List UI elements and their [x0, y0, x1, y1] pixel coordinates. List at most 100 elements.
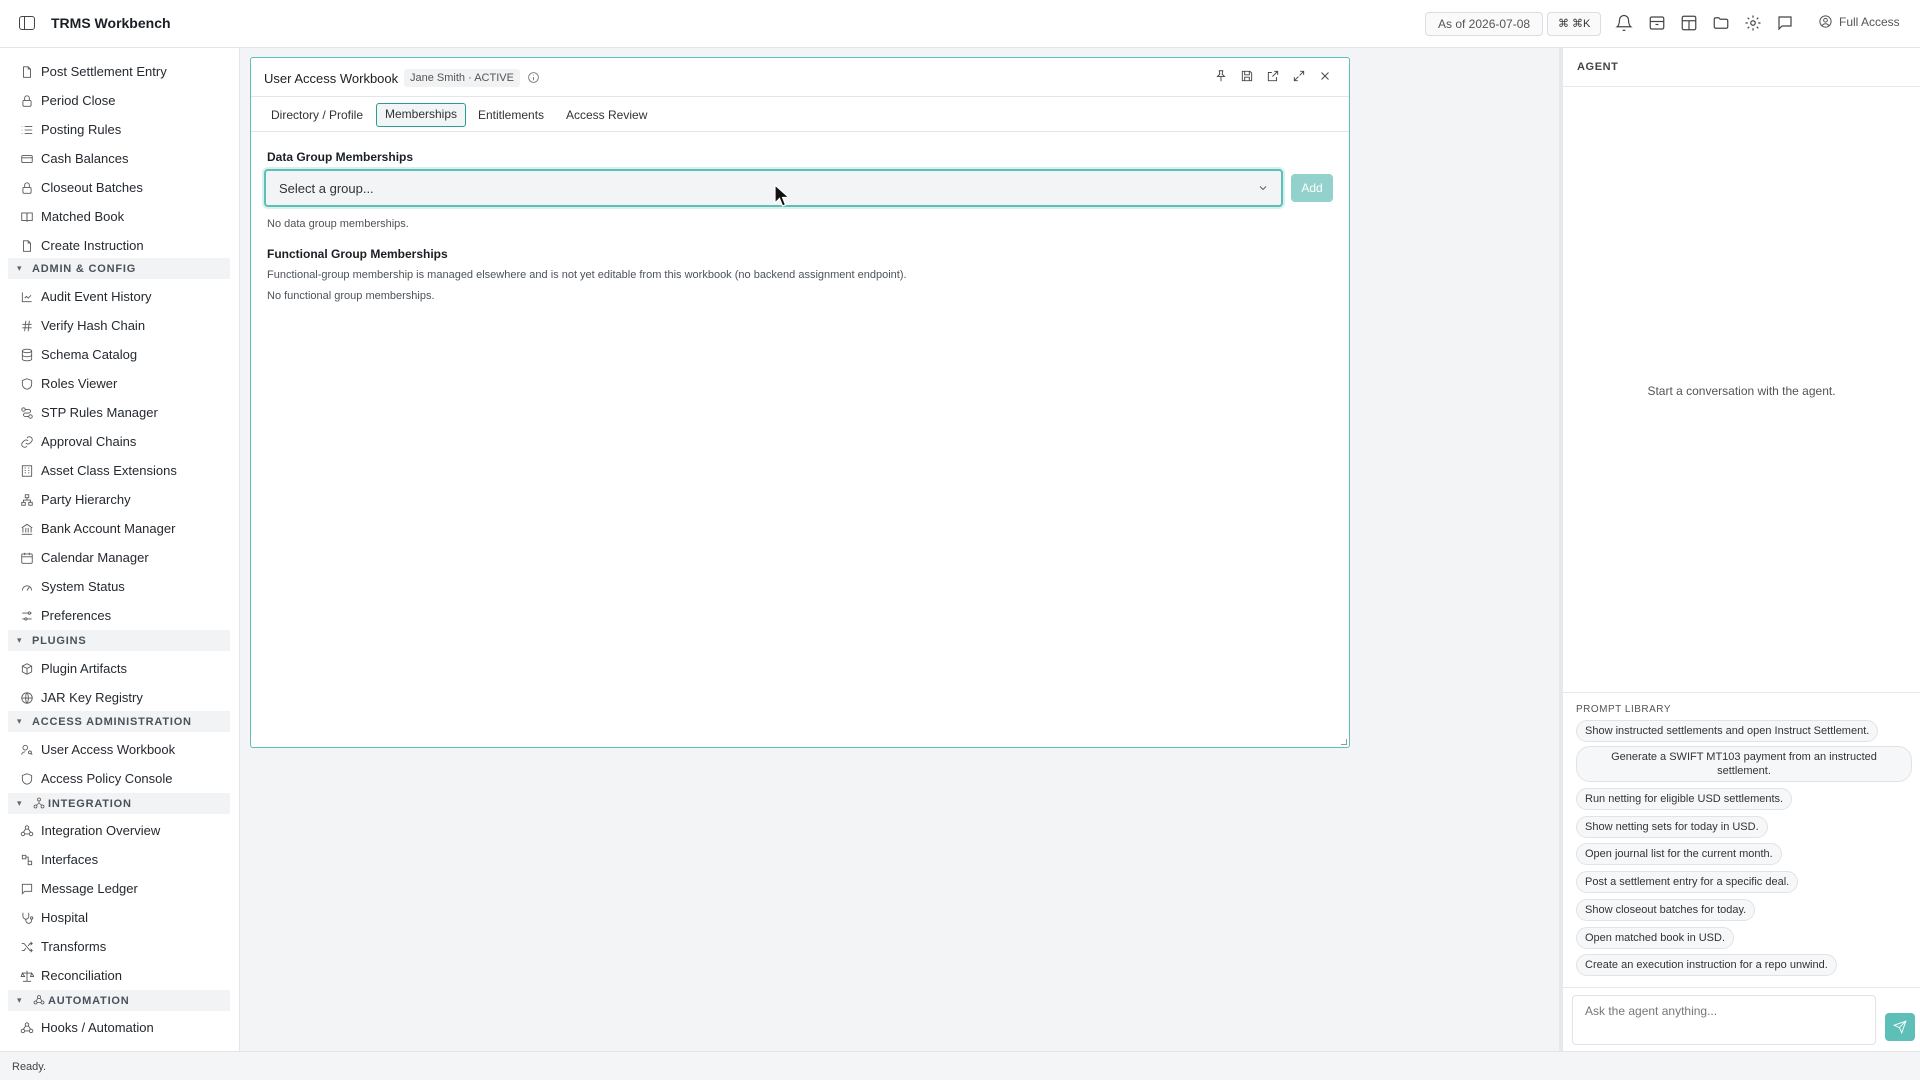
sidebar-item-period-close[interactable]: Period Close: [0, 86, 239, 115]
prompt-chip[interactable]: Run netting for eligible USD settlements…: [1576, 788, 1793, 810]
sidebar-item-label: Asset Class Extensions: [41, 463, 177, 478]
status-text: Ready.: [12, 1061, 47, 1073]
sidebar-item-transforms[interactable]: Transforms: [0, 932, 239, 961]
section-label: PLUGINS: [32, 634, 87, 647]
lock-icon: [20, 94, 34, 108]
section-admin-config[interactable]: ▾ ADMIN & CONFIG: [8, 258, 230, 279]
folder-icon[interactable]: [1712, 14, 1730, 32]
tab-memberships[interactable]: Memberships: [376, 103, 467, 127]
divider: [1563, 692, 1920, 693]
sidebar-item-create-instruction[interactable]: Create Instruction: [0, 231, 239, 260]
file-icon: [20, 65, 34, 79]
sidebar-item-label: Preferences: [41, 608, 112, 623]
webhook-icon: [20, 824, 34, 838]
sidebar-item-jar-key-registry[interactable]: JAR Key Registry: [0, 683, 239, 712]
tab-entitlements[interactable]: Entitlements: [470, 103, 552, 127]
resize-handle[interactable]: [1341, 739, 1347, 745]
sidebar-item-calendar-manager[interactable]: Calendar Manager: [0, 543, 239, 572]
prompt-chip[interactable]: Post a settlement entry for a specific d…: [1576, 871, 1799, 893]
sidebar-item-party-hierarchy[interactable]: Party Hierarchy: [0, 485, 239, 514]
save-icon[interactable]: [1240, 69, 1256, 85]
prompt-chip[interactable]: Create an execution instruction for a re…: [1576, 954, 1837, 976]
external-link-icon[interactable]: [1266, 69, 1282, 85]
app-title: TRMS Workbench: [51, 15, 171, 31]
sidebar-item-label: Roles Viewer: [41, 376, 118, 391]
calendar-icon: [20, 551, 34, 565]
gear-icon[interactable]: [1744, 14, 1762, 32]
sidebar-item-verify-hash-chain[interactable]: Verify Hash Chain: [0, 311, 239, 340]
prompt-chip[interactable]: Show netting sets for today in USD.: [1576, 816, 1768, 838]
prompt-chip[interactable]: Open journal list for the current month.: [1576, 843, 1782, 865]
prompt-chip[interactable]: Show closeout batches for today.: [1576, 899, 1756, 921]
sidebar-item-message-ledger[interactable]: Message Ledger: [0, 874, 239, 903]
sidebar-item-stp-rules-manager[interactable]: STP Rules Manager: [0, 398, 239, 427]
sidebar-item-schema-catalog[interactable]: Schema Catalog: [0, 340, 239, 369]
close-icon[interactable]: [1318, 69, 1334, 85]
sidebar-item-label: JAR Key Registry: [41, 690, 143, 705]
user-status-badge: Jane Smith · ACTIVE: [404, 69, 520, 87]
sidebar-item-label: Schema Catalog: [41, 347, 138, 362]
layout-icon[interactable]: [1680, 14, 1698, 32]
book-icon: [20, 210, 34, 224]
access-level-button[interactable]: Full Access: [1818, 14, 1900, 29]
sidebar-item-approval-chains[interactable]: Approval Chains: [0, 427, 239, 456]
info-icon[interactable]: [527, 71, 540, 84]
as-of-date-button[interactable]: As of 2026-07-08: [1425, 12, 1544, 36]
message-icon[interactable]: [1776, 14, 1794, 32]
tab-directory-profile[interactable]: Directory / Profile: [263, 103, 371, 127]
agent-input[interactable]: [1572, 995, 1876, 1045]
tab-access-review[interactable]: Access Review: [558, 103, 655, 127]
sidebar-item-hooks-automation[interactable]: Hooks / Automation: [0, 1013, 239, 1042]
prompt-chip[interactable]: Open matched book in USD.: [1576, 927, 1735, 949]
sidebar-item-roles-viewer[interactable]: Roles Viewer: [0, 369, 239, 398]
chevron-down-icon: [1257, 182, 1269, 194]
sidebar-item-interfaces[interactable]: Interfaces: [0, 845, 239, 874]
sidebar-item-system-status[interactable]: System Status: [0, 572, 239, 601]
sidebar-item-audit-event-history[interactable]: Audit Event History: [0, 282, 239, 311]
bell-icon[interactable]: [1615, 14, 1633, 32]
section-integration[interactable]: ▾ INTEGRATION: [8, 793, 230, 814]
panel-tabs: Directory / Profile Memberships Entitlem…: [251, 97, 1349, 132]
prompt-chip[interactable]: Show instructed settlements and open Ins…: [1576, 720, 1879, 742]
link-icon: [20, 435, 34, 449]
section-automation[interactable]: ▾ AUTOMATION: [8, 990, 230, 1011]
command-palette-button[interactable]: ⌘ ⌘K: [1547, 12, 1602, 36]
sidebar-item-reconciliation[interactable]: Reconciliation: [0, 961, 239, 990]
sidebar-item-post-settlement-entry[interactable]: Post Settlement Entry: [0, 57, 239, 86]
add-group-button[interactable]: Add: [1291, 174, 1333, 202]
chevron-down-icon: ▾: [17, 798, 22, 808]
shield-icon: [20, 772, 34, 786]
functional-group-empty-text: No functional group memberships.: [267, 290, 435, 302]
sidebar-item-label: Integration Overview: [41, 823, 161, 838]
status-bar: Ready.: [0, 1051, 1920, 1080]
maximize-icon[interactable]: [1292, 69, 1308, 85]
sidebar-item-integration-overview[interactable]: Integration Overview: [0, 816, 239, 845]
panel-header: User Access Workbook Jane Smith · ACTIVE: [251, 58, 1349, 97]
sidebar-item-bank-account-manager[interactable]: Bank Account Manager: [0, 514, 239, 543]
sidebar-item-plugin-artifacts[interactable]: Plugin Artifacts: [0, 654, 239, 683]
sidebar-toggle-icon[interactable]: [19, 16, 35, 30]
sidebar-item-label: Posting Rules: [41, 122, 122, 137]
sidebar-item-label: Post Settlement Entry: [41, 64, 167, 79]
top-bar: TRMS Workbench As of 2026-07-08 ⌘ ⌘K Ful…: [0, 0, 1920, 48]
sidebar-item-user-access-workbook[interactable]: User Access Workbook: [0, 735, 239, 764]
send-button[interactable]: [1885, 1013, 1915, 1041]
sidebar-item-matched-book[interactable]: Matched Book: [0, 202, 239, 231]
pin-icon[interactable]: [1214, 69, 1230, 85]
sidebar-item-hospital[interactable]: Hospital: [0, 903, 239, 932]
sidebar-item-label: System Status: [41, 579, 125, 594]
sidebar-item-cash-balances[interactable]: Cash Balances: [0, 144, 239, 173]
sliders-icon: [20, 609, 34, 623]
sidebar-item-closeout-batches[interactable]: Closeout Batches: [0, 173, 239, 202]
group-select-placeholder: Select a group...: [279, 181, 374, 196]
section-plugins[interactable]: ▾ PLUGINS: [8, 630, 230, 651]
sidebar-item-posting-rules[interactable]: Posting Rules: [0, 115, 239, 144]
prompt-chip[interactable]: Generate a SWIFT MT103 payment from an i…: [1576, 746, 1912, 782]
shuffle-icon: [20, 940, 34, 954]
section-access-administration[interactable]: ▾ ACCESS ADMINISTRATION: [8, 711, 230, 732]
archive-icon[interactable]: [1648, 14, 1666, 32]
chevron-down-icon: ▾: [17, 995, 22, 1005]
sidebar-item-access-policy-console[interactable]: Access Policy Console: [0, 764, 239, 793]
sidebar-item-asset-class-extensions[interactable]: Asset Class Extensions: [0, 456, 239, 485]
sidebar-item-preferences[interactable]: Preferences: [0, 601, 239, 630]
